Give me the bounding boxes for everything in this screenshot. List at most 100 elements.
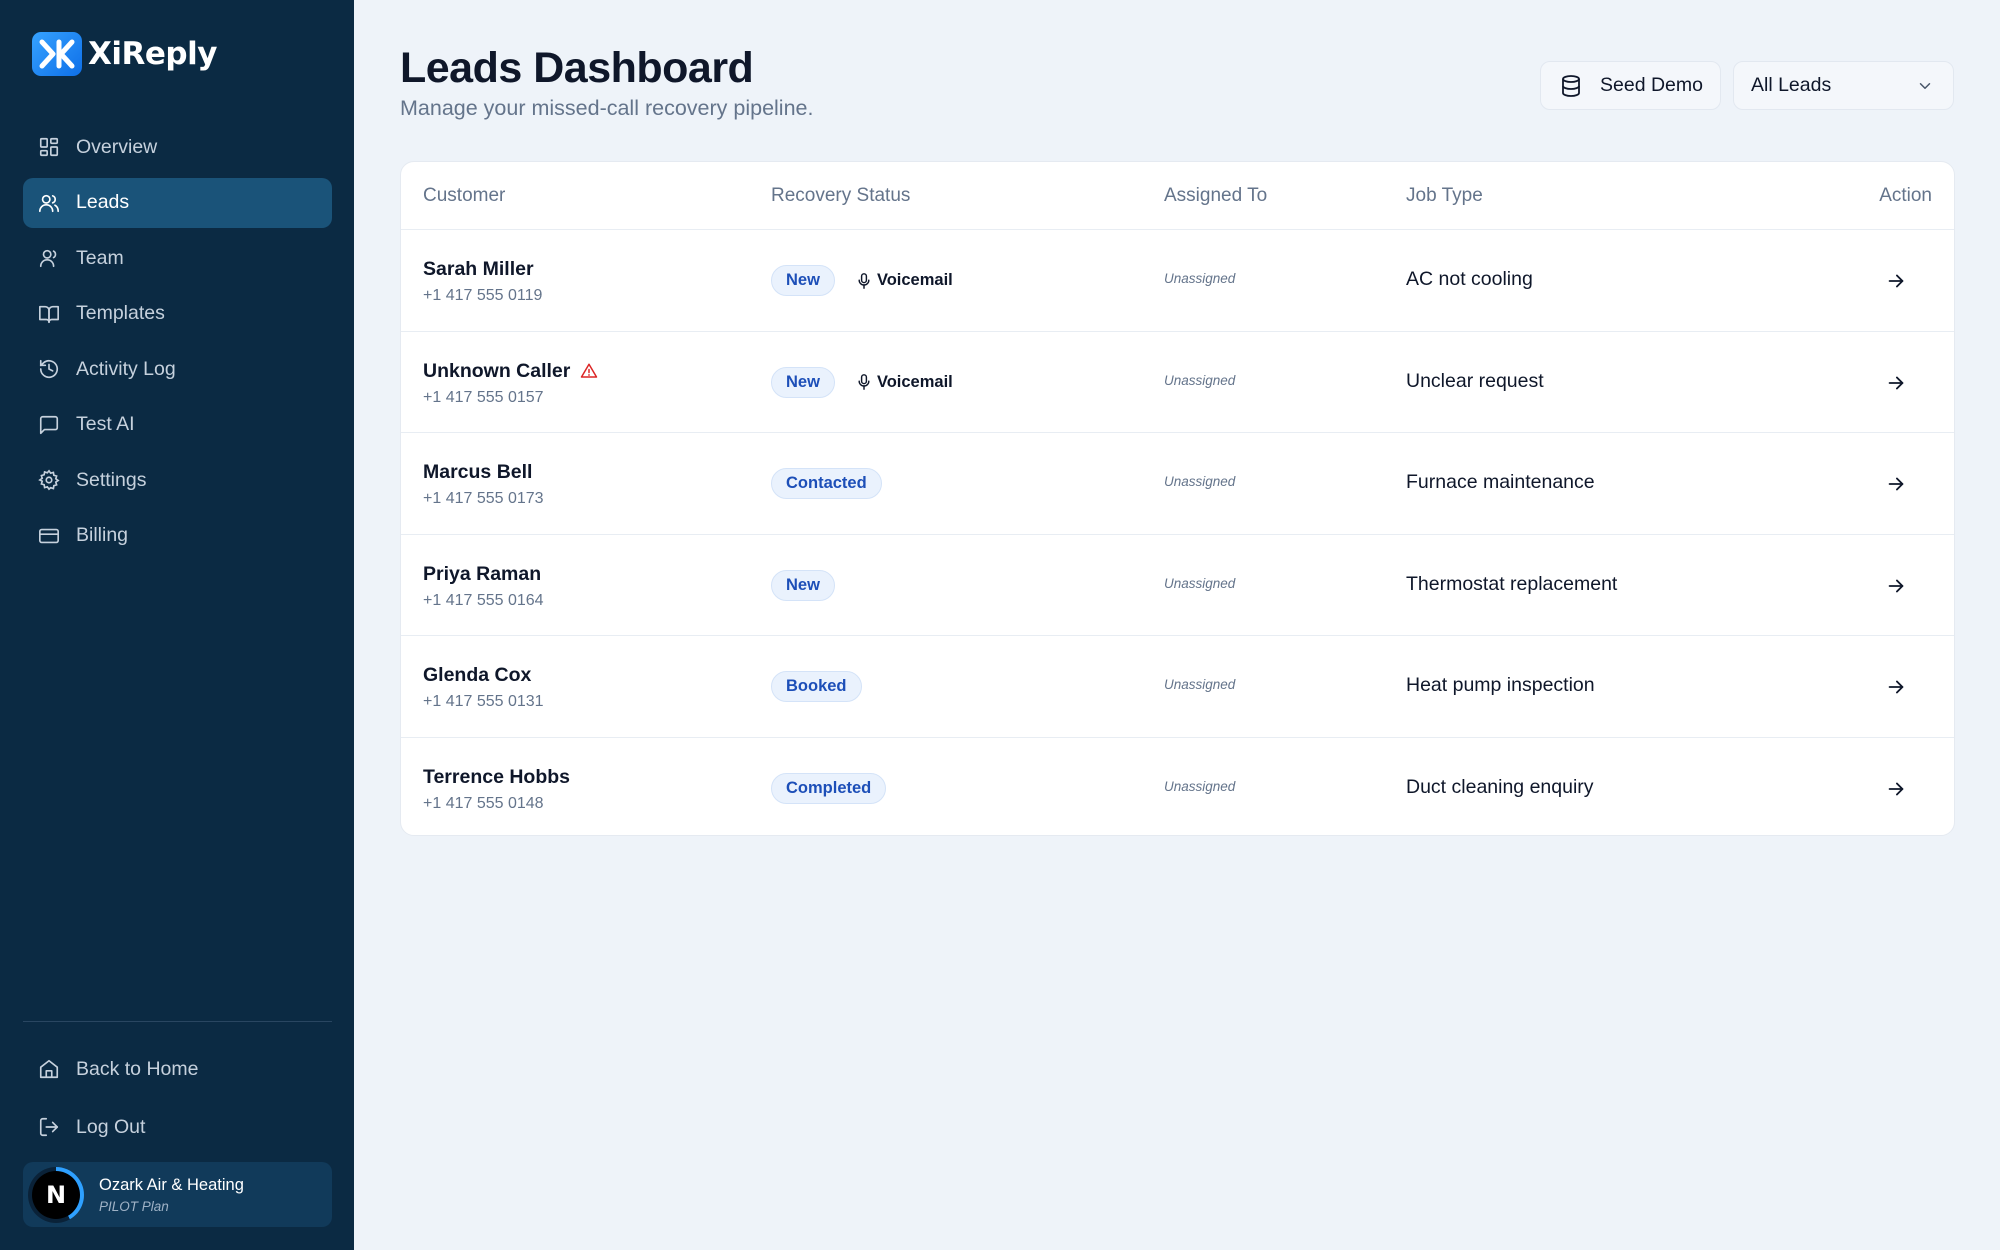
lead-filter-value: All Leads xyxy=(1751,74,1832,96)
arrow-right-icon xyxy=(1888,376,1904,389)
microphone-icon xyxy=(858,272,870,289)
sidebar-item-label: Billing xyxy=(76,524,129,546)
history-icon xyxy=(39,359,59,379)
sidebar-item-label: Test AI xyxy=(76,413,135,435)
table-row[interactable]: Priya Raman +1 417 555 0164 New Unassign… xyxy=(401,535,1954,636)
sidebar-item-activity-log[interactable]: Activity Log xyxy=(23,344,332,394)
avatar-ring: N xyxy=(28,1166,84,1223)
customer-cell: Unknown Caller +1 417 555 0157 xyxy=(423,360,598,407)
sidebar-item-log-out[interactable]: Log Out xyxy=(23,1102,332,1152)
status-cell: Contacted xyxy=(771,468,882,499)
status-badge: New xyxy=(771,569,835,601)
column-header-job-type[interactable]: Job Type xyxy=(1406,185,1483,207)
table-row[interactable]: Glenda Cox +1 417 555 0131 Booked Unassi… xyxy=(401,636,1954,738)
job-type: Duct cleaning enquiry xyxy=(1406,775,1594,798)
sidebar-item-overview[interactable]: Overview xyxy=(23,122,332,172)
table-row[interactable]: Terrence Hobbs +1 417 555 0148 Completed… xyxy=(401,738,1954,836)
open-lead-button[interactable] xyxy=(1883,573,1909,599)
account-info: Ozark Air & Heating PILOT Plan xyxy=(99,1176,244,1214)
table-row[interactable]: Sarah Miller +1 417 555 0119 New Voicema… xyxy=(401,230,1954,332)
arrow-right-icon xyxy=(1888,579,1904,592)
open-lead-button[interactable] xyxy=(1883,370,1909,396)
sidebar-item-label: Log Out xyxy=(76,1115,146,1138)
arrow-right-icon xyxy=(1888,680,1904,694)
voicemail-label: Voicemail xyxy=(876,372,953,391)
database-icon xyxy=(1562,74,1580,97)
sidebar-item-back-to-home[interactable]: Back to Home xyxy=(23,1044,332,1094)
sidebar-item-billing[interactable]: Billing xyxy=(23,511,332,561)
column-header-customer[interactable]: Customer xyxy=(423,185,505,207)
arrow-right-icon xyxy=(1888,274,1904,288)
brand-logo[interactable]: XiReply xyxy=(32,32,217,76)
status-cell: New Voicemail xyxy=(771,366,953,398)
customer-name: Glenda Cox xyxy=(423,664,532,686)
customer-name: Unknown Caller xyxy=(423,359,571,382)
customer-phone: +1 417 555 0131 xyxy=(423,693,544,710)
open-lead-button[interactable] xyxy=(1883,776,1909,802)
status-badge: Completed xyxy=(771,772,887,804)
job-type: Furnace maintenance xyxy=(1406,471,1595,493)
brand-name: XiReply xyxy=(88,36,217,72)
sidebar-item-settings[interactable]: Settings xyxy=(23,455,332,505)
account-name: Ozark Air & Heating xyxy=(99,1175,244,1194)
status-cell: Booked xyxy=(771,671,862,702)
customer-name: Sarah Miller xyxy=(423,258,534,280)
sidebar-item-test-ai[interactable]: Test AI xyxy=(23,400,332,450)
leads-table: Customer Recovery Status Assigned To Job… xyxy=(400,161,1955,836)
customer-phone: +1 417 555 0164 xyxy=(423,591,544,609)
dashboard-icon xyxy=(39,137,59,157)
status-cell: Completed xyxy=(771,772,887,804)
sidebar-item-label: Activity Log xyxy=(76,357,176,380)
status-badge: New xyxy=(771,265,835,296)
customer-name: Priya Raman xyxy=(423,562,542,585)
credit-card-icon xyxy=(39,528,59,543)
status-cell: New xyxy=(771,569,835,601)
microphone-icon xyxy=(858,374,870,390)
open-lead-button[interactable] xyxy=(1883,471,1909,497)
sidebar-bottom-nav: Back to Home Log Out xyxy=(23,1044,332,1160)
avatar: N xyxy=(32,1170,80,1219)
arrow-right-icon xyxy=(1888,477,1904,491)
customer-phone: +1 417 555 0148 xyxy=(423,794,544,812)
customer-cell: Sarah Miller +1 417 555 0119 xyxy=(423,258,542,305)
warning-icon xyxy=(581,363,598,378)
assigned-to: Unassigned xyxy=(1164,778,1236,794)
customer-cell: Marcus Bell +1 417 555 0173 xyxy=(423,461,544,508)
voicemail-label: Voicemail xyxy=(876,271,953,289)
customer-cell: Terrence Hobbs +1 417 555 0148 xyxy=(423,766,570,813)
chat-icon xyxy=(39,415,59,434)
table-row[interactable]: Unknown Caller +1 417 555 0157 New Voice… xyxy=(401,332,1954,433)
job-type: Heat pump inspection xyxy=(1406,674,1595,696)
customer-phone: +1 417 555 0119 xyxy=(423,287,543,304)
page-subtitle: Manage your missed-call recovery pipelin… xyxy=(400,96,814,120)
status-badge: Contacted xyxy=(771,468,882,499)
seed-demo-button[interactable]: Seed Demo xyxy=(1540,61,1721,110)
assigned-to: Unassigned xyxy=(1164,575,1236,591)
column-header-assigned[interactable]: Assigned To xyxy=(1164,185,1267,207)
chevron-down-icon xyxy=(1919,82,1931,89)
open-lead-button[interactable] xyxy=(1883,674,1909,700)
sidebar-item-templates[interactable]: Templates xyxy=(23,289,332,339)
page-title: Leads Dashboard xyxy=(400,44,754,92)
column-header-action: Action xyxy=(1879,185,1932,206)
account-card[interactable]: N Ozark Air & Heating PILOT Plan xyxy=(23,1162,332,1227)
column-header-status[interactable]: Recovery Status xyxy=(771,185,910,207)
customer-phone: +1 417 555 0173 xyxy=(423,490,544,507)
sidebar-item-label: Overview xyxy=(76,135,158,158)
customer-phone: +1 417 555 0157 xyxy=(423,388,544,406)
status-badge: New xyxy=(771,366,835,398)
sidebar-item-leads[interactable]: Leads xyxy=(23,177,332,228)
assigned-to: Unassigned xyxy=(1164,677,1236,692)
customer-name: Marcus Bell xyxy=(423,461,533,483)
sidebar-item-label: Templates xyxy=(76,302,165,324)
job-type: Unclear request xyxy=(1406,369,1544,392)
sidebar-item-label: Settings xyxy=(76,468,147,491)
sidebar-item-team[interactable]: Team xyxy=(23,233,332,283)
job-type: AC not cooling xyxy=(1406,268,1533,290)
lead-filter-select[interactable]: All Leads xyxy=(1733,61,1954,110)
users-icon xyxy=(39,194,59,212)
status-badge: Booked xyxy=(771,671,862,702)
open-lead-button[interactable] xyxy=(1883,268,1909,294)
sidebar-item-label: Leads xyxy=(76,191,130,213)
table-row[interactable]: Marcus Bell +1 417 555 0173 Contacted Un… xyxy=(401,433,1954,535)
